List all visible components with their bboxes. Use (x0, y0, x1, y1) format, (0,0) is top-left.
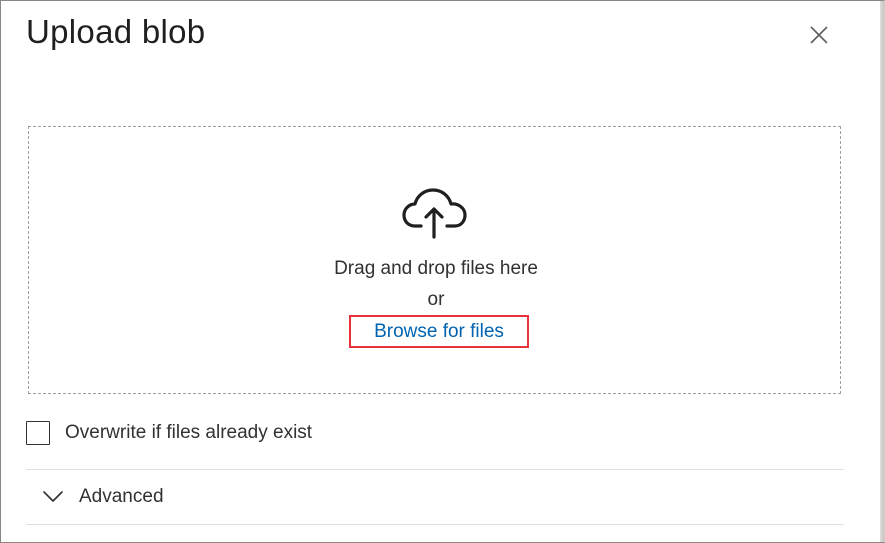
panel-edge (880, 1, 884, 542)
overwrite-checkbox-row[interactable]: Overwrite if files already exist (26, 421, 312, 445)
page-title: Upload blob (26, 13, 206, 50)
overwrite-checkbox-label: Overwrite if files already exist (65, 422, 313, 443)
dropzone-or-text: or (427, 289, 445, 310)
dropzone-instruction: Drag and drop files here (334, 258, 538, 279)
close-icon (810, 26, 828, 44)
advanced-label: Advanced (79, 486, 164, 507)
overwrite-checkbox[interactable] (26, 421, 50, 445)
divider (26, 524, 844, 525)
chevron-down-icon (41, 485, 65, 509)
advanced-section-toggle[interactable]: Advanced (41, 485, 164, 509)
upload-blob-panel: Upload blob Drag and drop files here or … (0, 0, 885, 543)
close-button[interactable] (804, 20, 834, 50)
cloud-upload-icon (402, 188, 467, 239)
divider (26, 469, 844, 470)
browse-for-files-link[interactable]: Browse for files (349, 315, 529, 348)
